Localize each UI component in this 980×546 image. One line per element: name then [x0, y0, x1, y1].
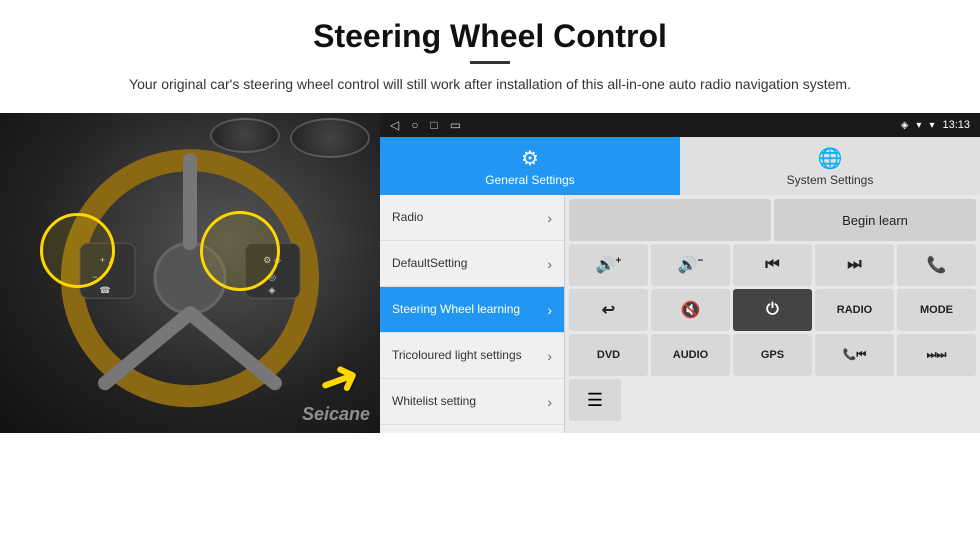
gps-label: GPS	[761, 349, 784, 361]
button-row-5: ☰	[569, 379, 976, 421]
mute-icon: 🔇	[681, 300, 701, 320]
mode-button[interactable]: MODE	[897, 289, 976, 331]
next-track-button[interactable]: ⏭	[815, 244, 894, 286]
globe-icon: 🌐	[818, 146, 843, 171]
wifi-icon: ▾	[916, 120, 921, 131]
button-row-4: DVD AUDIO GPS 📞⏮ ⏭⏭	[569, 334, 976, 376]
recents-icon[interactable]: □	[430, 118, 437, 132]
dvd-label: DVD	[597, 349, 620, 361]
back-icon[interactable]: ◁	[390, 118, 399, 132]
chevron-icon: ›	[547, 302, 552, 318]
menu-item-default[interactable]: DefaultSetting ›	[380, 241, 564, 287]
menu-icon[interactable]: ▭	[450, 118, 461, 132]
list-button[interactable]: ☰	[569, 379, 621, 421]
next-track-icon: ⏭	[847, 256, 861, 274]
right-button-highlight	[200, 211, 280, 291]
audio-button[interactable]: AUDIO	[651, 334, 730, 376]
photo-background: + ♫ − ☎ ⚙ ◇ ◎ ◈ ➜ Seicane	[0, 113, 380, 433]
home-icon[interactable]: ○	[411, 118, 418, 132]
gear-icon: ⚙	[521, 146, 539, 171]
menu-item-whitelist-label: Whitelist setting	[392, 394, 476, 408]
menu-list: Radio › DefaultSetting › Steering Wheel …	[380, 195, 565, 433]
phone-button[interactable]: 📞	[897, 244, 976, 286]
button-row-2: 🔊+ 🔊− ⏮ ⏭ 📞	[569, 244, 976, 286]
menu-item-steering[interactable]: Steering Wheel learning ›	[380, 287, 564, 333]
volume-up-icon: 🔊+	[596, 255, 622, 275]
phone-prev-icon: 📞⏮	[843, 348, 867, 362]
tab-general[interactable]: ⚙ General Settings	[380, 137, 680, 195]
power-icon: ⏻	[766, 301, 779, 319]
button-row-3: ↩ 🔇 ⏻ RADIO MODE	[569, 289, 976, 331]
empty-space	[569, 199, 771, 241]
page-title: Steering Wheel Control	[20, 18, 960, 55]
prev-track-button[interactable]: ⏮	[733, 244, 812, 286]
menu-item-radio[interactable]: Radio ›	[380, 195, 564, 241]
tab-system[interactable]: 🌐 System Settings	[680, 137, 980, 195]
menu-item-default-label: DefaultSetting	[392, 256, 467, 270]
watermark: Seicane	[302, 404, 370, 425]
title-divider	[470, 61, 510, 64]
radio-label: RADIO	[837, 304, 872, 316]
signal-icon: ▾	[929, 120, 934, 131]
menu-item-radio-label: Radio	[392, 210, 423, 224]
mute-button[interactable]: 🔇	[651, 289, 730, 331]
tab-general-label: General Settings	[485, 173, 574, 187]
gps-button[interactable]: GPS	[733, 334, 812, 376]
phone-icon: 📞	[927, 255, 947, 275]
audio-label: AUDIO	[673, 349, 708, 361]
dvd-button[interactable]: DVD	[569, 334, 648, 376]
button-row-top: Begin learn	[569, 199, 976, 241]
menu-item-steering-label: Steering Wheel learning	[392, 302, 520, 316]
page-wrapper: Steering Wheel Control Your original car…	[0, 0, 980, 546]
volume-up-button[interactable]: 🔊+	[569, 244, 648, 286]
menu-item-tricolour-label: Tricoloured light settings	[392, 348, 522, 362]
menu-item-whitelist[interactable]: Whitelist setting ›	[380, 379, 564, 425]
chevron-icon: ›	[547, 256, 552, 272]
menu-item-tricolour[interactable]: Tricoloured light settings ›	[380, 333, 564, 379]
chevron-icon: ›	[547, 210, 552, 226]
clock: 13:13	[942, 119, 970, 131]
return-icon: ↩	[602, 300, 615, 320]
steering-wheel-photo: + ♫ − ☎ ⚙ ◇ ◎ ◈ ➜ Seicane	[0, 113, 380, 433]
settings-tabs: ⚙ General Settings 🌐 System Settings	[380, 137, 980, 195]
tab-system-label: System Settings	[787, 173, 874, 187]
content-area: + ♫ − ☎ ⚙ ◇ ◎ ◈ ➜ Seicane	[0, 113, 980, 546]
svg-text:☎: ☎	[99, 285, 110, 295]
begin-learn-button[interactable]: Begin learn	[774, 199, 976, 241]
return-button[interactable]: ↩	[569, 289, 648, 331]
mode-label: MODE	[920, 304, 953, 316]
status-bar: ◁ ○ □ ▭ ◈ ▾ ▾ 13:13	[380, 113, 980, 137]
prev-track-icon: ⏮	[765, 256, 779, 274]
status-bar-nav: ◁ ○ □ ▭	[390, 118, 461, 132]
svg-text:◈: ◈	[269, 285, 276, 295]
volume-down-icon: 🔊−	[678, 255, 704, 275]
status-bar-info: ◈ ▾ ▾ 13:13	[901, 119, 970, 131]
left-button-highlight	[40, 213, 115, 288]
fast-forward-button[interactable]: ⏭⏭	[897, 334, 976, 376]
subtitle-text: Your original car's steering wheel contr…	[100, 74, 880, 95]
location-icon: ◈	[901, 120, 909, 131]
header-section: Steering Wheel Control Your original car…	[0, 0, 980, 103]
menu-buttons-row: Radio › DefaultSetting › Steering Wheel …	[380, 195, 980, 433]
volume-down-button[interactable]: 🔊−	[651, 244, 730, 286]
list-icon: ☰	[587, 390, 603, 411]
button-grid: Begin learn 🔊+ 🔊− ⏮	[565, 195, 980, 433]
radio-button[interactable]: RADIO	[815, 289, 894, 331]
power-button[interactable]: ⏻	[733, 289, 812, 331]
chevron-icon: ›	[547, 348, 552, 364]
android-panel: ◁ ○ □ ▭ ◈ ▾ ▾ 13:13 ⚙ General Settings	[380, 113, 980, 433]
fast-forward-icon: ⏭⏭	[927, 349, 947, 362]
phone-prev-button[interactable]: 📞⏮	[815, 334, 894, 376]
chevron-icon: ›	[547, 394, 552, 410]
